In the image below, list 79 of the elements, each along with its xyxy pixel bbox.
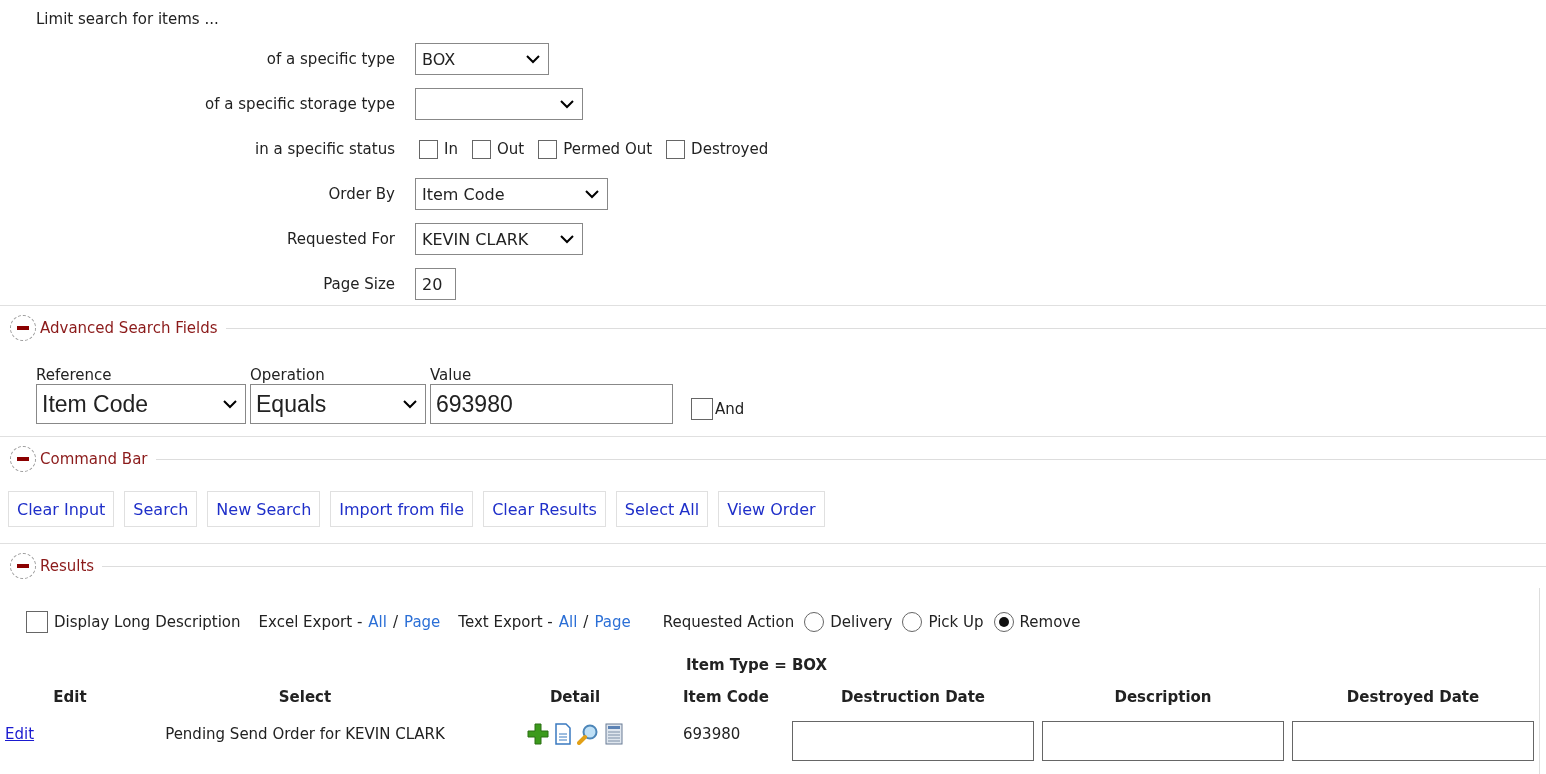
text-field[interactable] xyxy=(1042,721,1284,761)
dropdown[interactable]: Equals xyxy=(250,384,426,424)
separator: / xyxy=(583,613,589,631)
document-icon[interactable] xyxy=(555,723,571,745)
radio-label: Delivery xyxy=(830,613,893,631)
export-link[interactable]: All xyxy=(368,613,387,631)
group-heading: Item Type = BOX xyxy=(685,656,829,676)
column-header: Description xyxy=(1113,687,1213,708)
section-title: Results xyxy=(40,557,95,575)
page-size-field[interactable]: 20 xyxy=(415,268,456,300)
command-button[interactable]: Clear Results xyxy=(483,491,606,527)
export-label: Text Export - xyxy=(458,613,553,631)
value-field[interactable]: 693980 xyxy=(430,384,673,424)
filter-heading: Limit search for items ... xyxy=(35,10,220,30)
column-header: Edit xyxy=(52,687,88,708)
command-button[interactable]: New Search xyxy=(207,491,321,527)
edit-link[interactable]: Edit xyxy=(5,725,35,743)
field-label: Page Size xyxy=(322,275,396,293)
section-title: Advanced Search Fields xyxy=(40,319,218,337)
form-icon[interactable] xyxy=(605,723,623,745)
field-label: Requested For xyxy=(286,230,396,248)
column-header: Item Code xyxy=(682,687,770,708)
export-link[interactable]: Page xyxy=(404,613,441,631)
command-button[interactable]: Import from file xyxy=(330,491,474,527)
section-title: Command Bar xyxy=(40,450,148,468)
requested-action-label: Requested Action xyxy=(662,613,795,631)
field-label: Operation xyxy=(250,366,326,384)
field-label: Reference xyxy=(36,366,113,384)
checkbox[interactable] xyxy=(419,139,438,159)
column-header: Destruction Date xyxy=(839,687,987,708)
dropdown[interactable]: Item Code xyxy=(36,384,246,424)
caret-icon xyxy=(560,99,574,109)
command-button[interactable]: Search xyxy=(124,491,198,527)
field-label: of a specific type xyxy=(265,50,396,68)
checkbox-label: Permed Out xyxy=(563,140,653,158)
command-button[interactable]: View Order xyxy=(718,491,825,527)
caret-icon xyxy=(526,54,540,64)
caret-icon xyxy=(403,399,417,409)
text-field[interactable] xyxy=(792,721,1034,761)
collapse-toggle[interactable] xyxy=(10,446,36,472)
checkbox[interactable] xyxy=(26,611,48,633)
collapse-toggle[interactable] xyxy=(10,553,36,579)
caret-icon xyxy=(223,399,237,409)
checkbox[interactable] xyxy=(538,139,558,159)
collapse-toggle[interactable] xyxy=(10,315,36,341)
column-header: Select xyxy=(277,687,333,708)
checkbox-label: Out xyxy=(496,140,525,158)
field-label: of a specific storage type xyxy=(204,95,396,113)
checkbox[interactable] xyxy=(471,139,491,159)
dropdown[interactable]: Item Code xyxy=(415,178,608,210)
column-header: Destroyed Date xyxy=(1345,687,1481,708)
dropdown[interactable]: BOX xyxy=(415,43,549,75)
table-cell: Pending Send Order for KEVIN CLARK xyxy=(165,725,445,743)
column-header: Detail xyxy=(548,687,602,708)
field-label: in a specific status xyxy=(254,140,396,158)
radio-label: Remove xyxy=(1019,613,1081,631)
checkbox-label: Display Long Description xyxy=(54,613,241,631)
table-cell: 693980 xyxy=(683,725,741,743)
export-link[interactable]: Page xyxy=(594,613,631,631)
command-button[interactable]: Clear Input xyxy=(8,491,115,527)
checkbox-label: Destroyed xyxy=(691,140,769,158)
field-label: Value xyxy=(430,366,473,384)
caret-icon xyxy=(560,234,574,244)
dropdown[interactable]: KEVIN CLARK xyxy=(415,223,583,255)
separator: / xyxy=(392,613,399,631)
checkbox-label: And xyxy=(715,400,745,418)
export-label: Excel Export - xyxy=(258,613,363,631)
command-button[interactable]: Select All xyxy=(615,491,709,527)
export-link[interactable]: All xyxy=(558,613,578,631)
checkbox[interactable] xyxy=(666,139,686,159)
checkbox-label: In xyxy=(444,140,458,158)
radio-label: Pick Up xyxy=(928,613,984,631)
plus-icon[interactable] xyxy=(527,723,549,745)
text-field[interactable] xyxy=(1292,721,1534,761)
field-label: Order By xyxy=(327,185,396,203)
checkbox[interactable] xyxy=(691,398,713,420)
caret-icon xyxy=(585,189,599,199)
magnifier-icon[interactable] xyxy=(577,723,599,745)
dropdown[interactable] xyxy=(415,88,583,120)
